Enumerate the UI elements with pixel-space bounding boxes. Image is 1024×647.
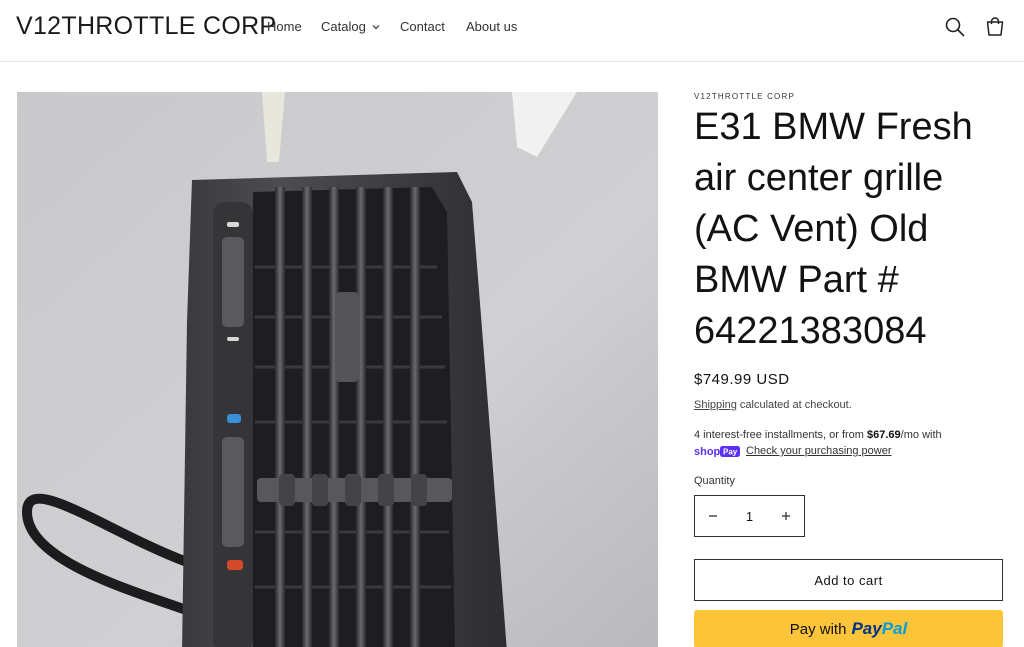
shop-pay-row: shop Pay Check your purchasing power: [694, 445, 892, 457]
paypal-button[interactable]: Pay with PayPal: [694, 610, 1003, 647]
svg-text:Pay: Pay: [723, 448, 738, 457]
search-icon[interactable]: [944, 16, 966, 38]
product-title: E31 BMW Fresh air center grille (AC Vent…: [694, 106, 973, 352]
minus-icon: [709, 515, 717, 517]
nav-catalog-label: Catalog: [321, 19, 366, 34]
cart-icon[interactable]: [984, 16, 1006, 38]
nav-catalog[interactable]: Catalog: [321, 19, 380, 34]
add-to-cart-button[interactable]: Add to cart: [694, 559, 1003, 601]
nav-contact[interactable]: Contact: [400, 19, 445, 34]
nav-about[interactable]: About us: [466, 19, 517, 34]
shipping-rest: calculated at checkout.: [736, 399, 852, 411]
installments-pre: 4 interest-free installments, or from: [694, 429, 868, 441]
plus-icon: [782, 512, 790, 520]
store-logo[interactable]: V12THROTTLE CORP: [16, 12, 276, 41]
chevron-down-icon: [372, 24, 380, 29]
quantity-label: Quantity: [694, 475, 735, 487]
site-header: V12THROTTLE CORP Home Catalog Contact Ab…: [0, 0, 1024, 62]
check-purchasing-power-link[interactable]: Check your purchasing power: [746, 445, 892, 457]
quantity-input[interactable]: 1: [731, 509, 768, 524]
shipping-note: Shipping calculated at checkout.: [694, 399, 852, 411]
quantity-stepper: 1: [694, 495, 805, 537]
shipping-link[interactable]: Shipping: [694, 399, 737, 411]
paypal-prefix: Pay with: [789, 620, 847, 638]
installments-amount: $67.69: [867, 429, 901, 441]
product-vendor: V12THROTTLE CORP: [694, 92, 795, 101]
installments-post: /mo with: [900, 429, 942, 441]
svg-text:shop: shop: [694, 446, 721, 457]
quantity-decrease-button[interactable]: [695, 496, 731, 536]
vent-photo: [17, 92, 658, 647]
product-image[interactable]: [17, 92, 658, 647]
paypal-logo: PayPal: [851, 619, 908, 638]
shop-pay-logo: shop Pay: [694, 446, 740, 457]
quantity-increase-button[interactable]: [768, 496, 804, 536]
nav-home[interactable]: Home: [267, 19, 302, 34]
product-price: $749.99 USD: [694, 371, 790, 388]
installments-text: 4 interest-free installments, or from $6…: [694, 429, 942, 441]
